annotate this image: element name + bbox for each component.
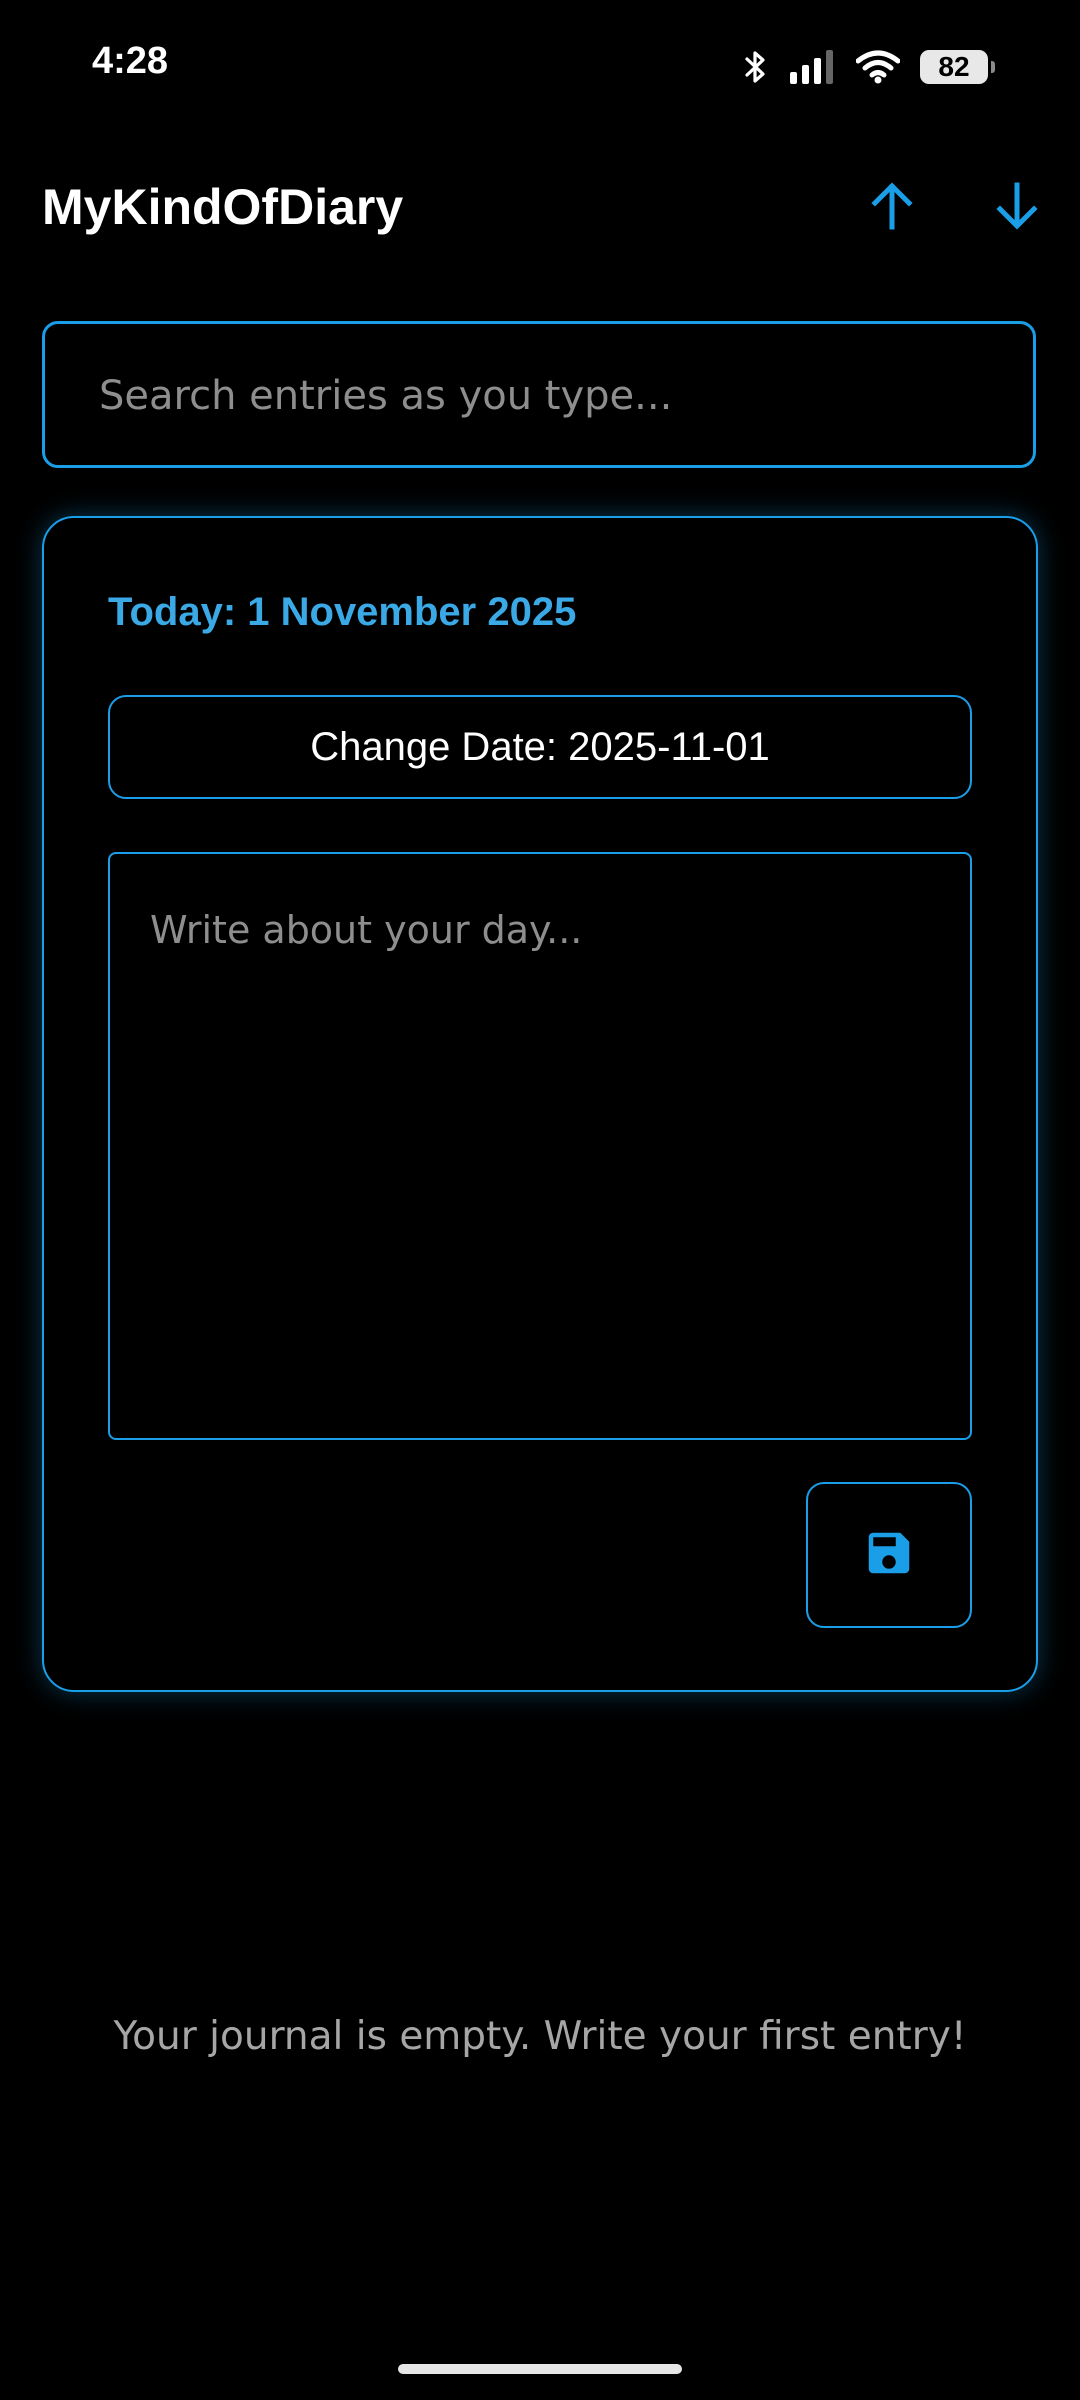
app-title: MyKindOfDiary	[42, 179, 404, 235]
scroll-up-button[interactable]	[854, 170, 930, 246]
change-date-label: Change Date: 2025-11-01	[310, 724, 770, 769]
wifi-icon	[856, 50, 900, 84]
search-box	[42, 321, 1036, 468]
today-date-label: Today: 1 November 2025	[108, 590, 577, 634]
status-time: 4:28	[92, 40, 169, 82]
change-date-button[interactable]: Change Date: 2025-11-01	[108, 695, 972, 799]
empty-journal-message: Your journal is empty. Write your first …	[113, 2014, 967, 2059]
scroll-down-button[interactable]	[979, 170, 1055, 246]
battery-tip	[991, 61, 995, 73]
status-icons: 82	[742, 44, 995, 90]
status-bar: 4:28 82	[0, 0, 1080, 130]
battery-level: 82	[938, 51, 970, 82]
save-button[interactable]	[806, 1482, 972, 1628]
battery-icon: 82	[920, 50, 995, 84]
search-input[interactable]	[97, 324, 981, 467]
arrow-down-icon	[992, 181, 1042, 236]
home-indicator[interactable]	[398, 2364, 682, 2374]
signal-icon	[790, 50, 836, 84]
app-bar: MyKindOfDiary	[0, 150, 1080, 266]
entry-card: Today: 1 November 2025 Change Date: 2025…	[42, 516, 1038, 1692]
arrow-up-icon	[867, 181, 917, 236]
entry-textarea[interactable]	[108, 852, 972, 1440]
bluetooth-icon	[742, 49, 770, 85]
save-icon	[862, 1526, 916, 1585]
